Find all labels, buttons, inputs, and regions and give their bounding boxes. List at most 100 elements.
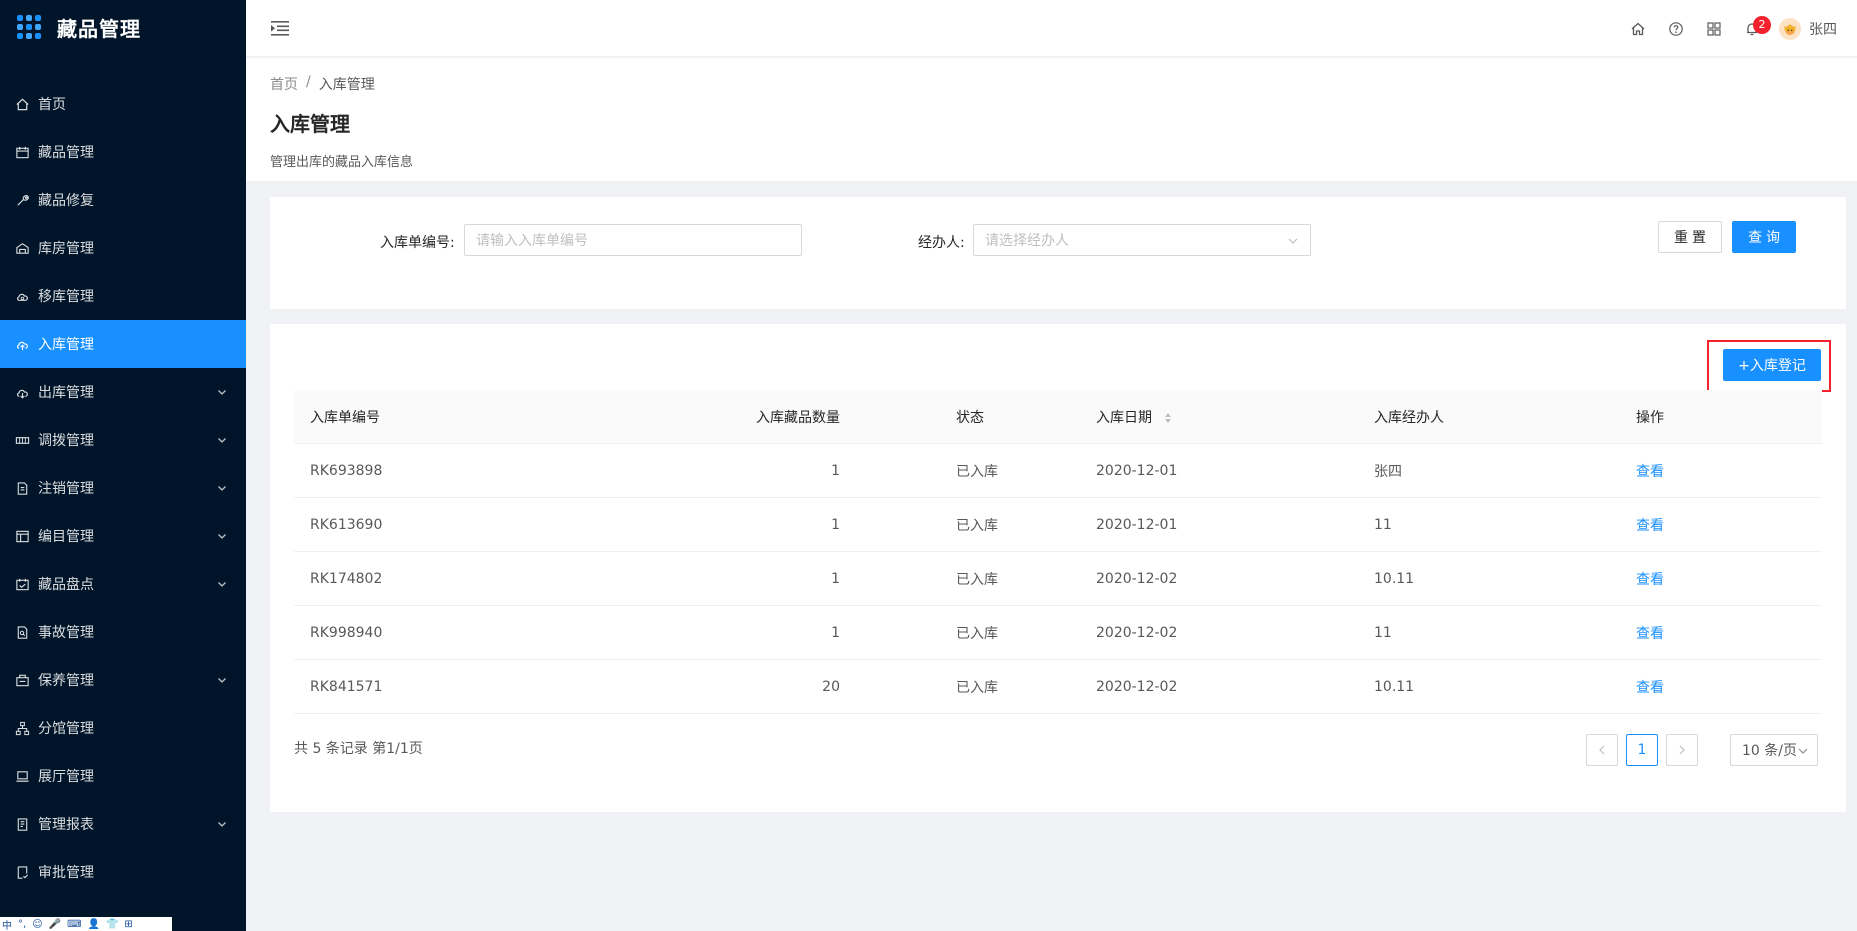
- chevron-down-icon: [216, 818, 228, 830]
- app-logo[interactable]: 藏品管理: [0, 0, 246, 54]
- order-no-input[interactable]: 请输入入库单编号: [464, 224, 802, 256]
- ime-item[interactable]: 🎤: [49, 919, 61, 930]
- cell-order-no: RK174802: [310, 570, 383, 587]
- query-button[interactable]: 查询: [1732, 221, 1796, 253]
- sidebar-item-1[interactable]: 藏品管理: [0, 128, 246, 176]
- column-header-order-no: 入库单编号: [310, 409, 380, 426]
- sidebar-item-label: 调拨管理: [38, 433, 94, 449]
- chevron-down-icon: [216, 674, 228, 686]
- cell-qty: 1: [831, 570, 840, 587]
- sidebar-item-4[interactable]: 移库管理: [0, 272, 246, 320]
- cell-handler: 10.11: [1374, 678, 1415, 695]
- sidebar-item-12[interactable]: 保养管理: [0, 656, 246, 704]
- next-page-button[interactable]: [1666, 734, 1698, 766]
- sidebar-item-6[interactable]: 出库管理: [0, 368, 246, 416]
- handler-select[interactable]: 请选择经办人: [973, 224, 1311, 256]
- sidebar-item-label: 管理报表: [38, 817, 94, 833]
- sidebar-item-15[interactable]: 管理报表: [0, 800, 246, 848]
- reset-button[interactable]: 重置: [1658, 221, 1722, 253]
- top-header: 2 张四: [246, 0, 1857, 57]
- cell-status: 已入库: [956, 571, 998, 588]
- app-grid-icon[interactable]: [1695, 10, 1733, 48]
- sidebar-item-16[interactable]: 审批管理: [0, 848, 246, 896]
- file-search-icon: [14, 624, 30, 640]
- sidebar-item-label: 首页: [38, 97, 66, 113]
- cell-handler: 11: [1374, 516, 1392, 533]
- calendar-icon: [14, 144, 30, 160]
- page-size-value: 10 条/页: [1742, 743, 1797, 759]
- sidebar-item-13[interactable]: 分馆管理: [0, 704, 246, 752]
- sidebar-item-2[interactable]: 藏品修复: [0, 176, 246, 224]
- view-link[interactable]: 查看: [1636, 461, 1664, 481]
- chevron-down-icon: [216, 434, 228, 446]
- ime-item[interactable]: °,: [18, 919, 26, 930]
- breadcrumb-home[interactable]: 首页: [270, 74, 298, 94]
- sidebar-item-0[interactable]: 首页: [0, 80, 246, 128]
- sidebar-item-9[interactable]: 编目管理: [0, 512, 246, 560]
- home-icon: [14, 96, 30, 112]
- cell-order-no: RK998940: [310, 624, 383, 641]
- page-1-button[interactable]: 1: [1626, 734, 1658, 766]
- sidebar-item-7[interactable]: 调拨管理: [0, 416, 246, 464]
- ime-item[interactable]: 👕: [106, 919, 118, 930]
- home-icon[interactable]: [1619, 10, 1657, 48]
- sidebar-item-11[interactable]: 事故管理: [0, 608, 246, 656]
- column-header-handler: 入库经办人: [1374, 409, 1444, 426]
- sidebar-item-8[interactable]: 注销管理: [0, 464, 246, 512]
- view-link[interactable]: 查看: [1636, 515, 1664, 535]
- sidebar-item-10[interactable]: 藏品盘点: [0, 560, 246, 608]
- handler-placeholder: 请选择经办人: [985, 233, 1069, 249]
- ime-item[interactable]: ⊞: [124, 919, 132, 930]
- sidebar-item-label: 出库管理: [38, 385, 94, 401]
- notification-badge: 2: [1753, 15, 1771, 34]
- menu-fold-icon[interactable]: [270, 18, 290, 38]
- prev-page-button[interactable]: [1586, 734, 1618, 766]
- cell-handler: 11: [1374, 624, 1392, 641]
- page-title: 入库管理: [270, 112, 350, 136]
- ime-item[interactable]: 中: [2, 917, 12, 931]
- laptop-icon: [14, 768, 30, 784]
- user-menu[interactable]: 张四: [1779, 17, 1837, 40]
- bell-icon[interactable]: 2: [1733, 10, 1771, 48]
- breadcrumb: 首页 / 入库管理: [270, 74, 1833, 94]
- transfer-icon: [14, 432, 30, 448]
- breadcrumb-current: 入库管理: [318, 77, 375, 93]
- view-link[interactable]: 查看: [1636, 623, 1664, 643]
- app-grid-logo-icon: [17, 15, 41, 39]
- order-no-label: 入库单编号:: [380, 235, 455, 251]
- sidebar-item-label: 入库管理: [38, 337, 94, 353]
- ime-toolbar[interactable]: 中 °, ☺ 🎤 ⌨ 👤 👕 ⊞: [0, 917, 172, 931]
- page-size-select[interactable]: 10 条/页: [1730, 734, 1818, 766]
- report-icon: [14, 816, 30, 832]
- sidebar-item-5[interactable]: 入库管理: [0, 320, 246, 368]
- sort-icon[interactable]: [1164, 412, 1172, 424]
- sidebar-item-label: 事故管理: [38, 625, 94, 641]
- pagination: 1 10 条/页: [1586, 734, 1818, 766]
- cell-date: 2020-12-02: [1096, 678, 1178, 695]
- view-link[interactable]: 查看: [1636, 569, 1664, 589]
- chevron-down-icon: [1798, 748, 1808, 754]
- breadcrumb-separator: /: [306, 74, 311, 90]
- cluster-icon: [14, 720, 30, 736]
- build-icon: [14, 672, 30, 688]
- table-row: RK613690 1 已入库 2020-12-01 11 查看: [294, 498, 1822, 552]
- cell-date: 2020-12-02: [1096, 624, 1178, 641]
- table-row: RK174802 1 已入库 2020-12-02 10.11 查看: [294, 552, 1822, 606]
- view-link[interactable]: 查看: [1636, 677, 1664, 697]
- layout-icon: [14, 528, 30, 544]
- table-row: RK841571 20 已入库 2020-12-02 10.11 查看: [294, 660, 1822, 714]
- header-actions: 2 张四: [1619, 0, 1837, 57]
- sidebar-item-3[interactable]: 库房管理: [0, 224, 246, 272]
- ime-item[interactable]: ⌨: [67, 919, 81, 930]
- warehouse-icon: [14, 240, 30, 256]
- table-body: RK693898 1 已入库 2020-12-01 张四 查看 RK613690 1 已入库 20…: [294, 444, 1822, 714]
- ime-item[interactable]: 👤: [88, 919, 100, 930]
- cell-date: 2020-12-01: [1096, 516, 1178, 533]
- cell-qty: 20: [822, 678, 840, 695]
- column-header-date[interactable]: 入库日期: [1096, 407, 1374, 427]
- sidebar-item-14[interactable]: 展厅管理: [0, 752, 246, 800]
- add-inbound-button[interactable]: +入库登记: [1723, 349, 1821, 381]
- ime-item[interactable]: ☺: [32, 919, 42, 930]
- chevron-down-icon: [216, 530, 228, 542]
- question-icon[interactable]: [1657, 10, 1695, 48]
